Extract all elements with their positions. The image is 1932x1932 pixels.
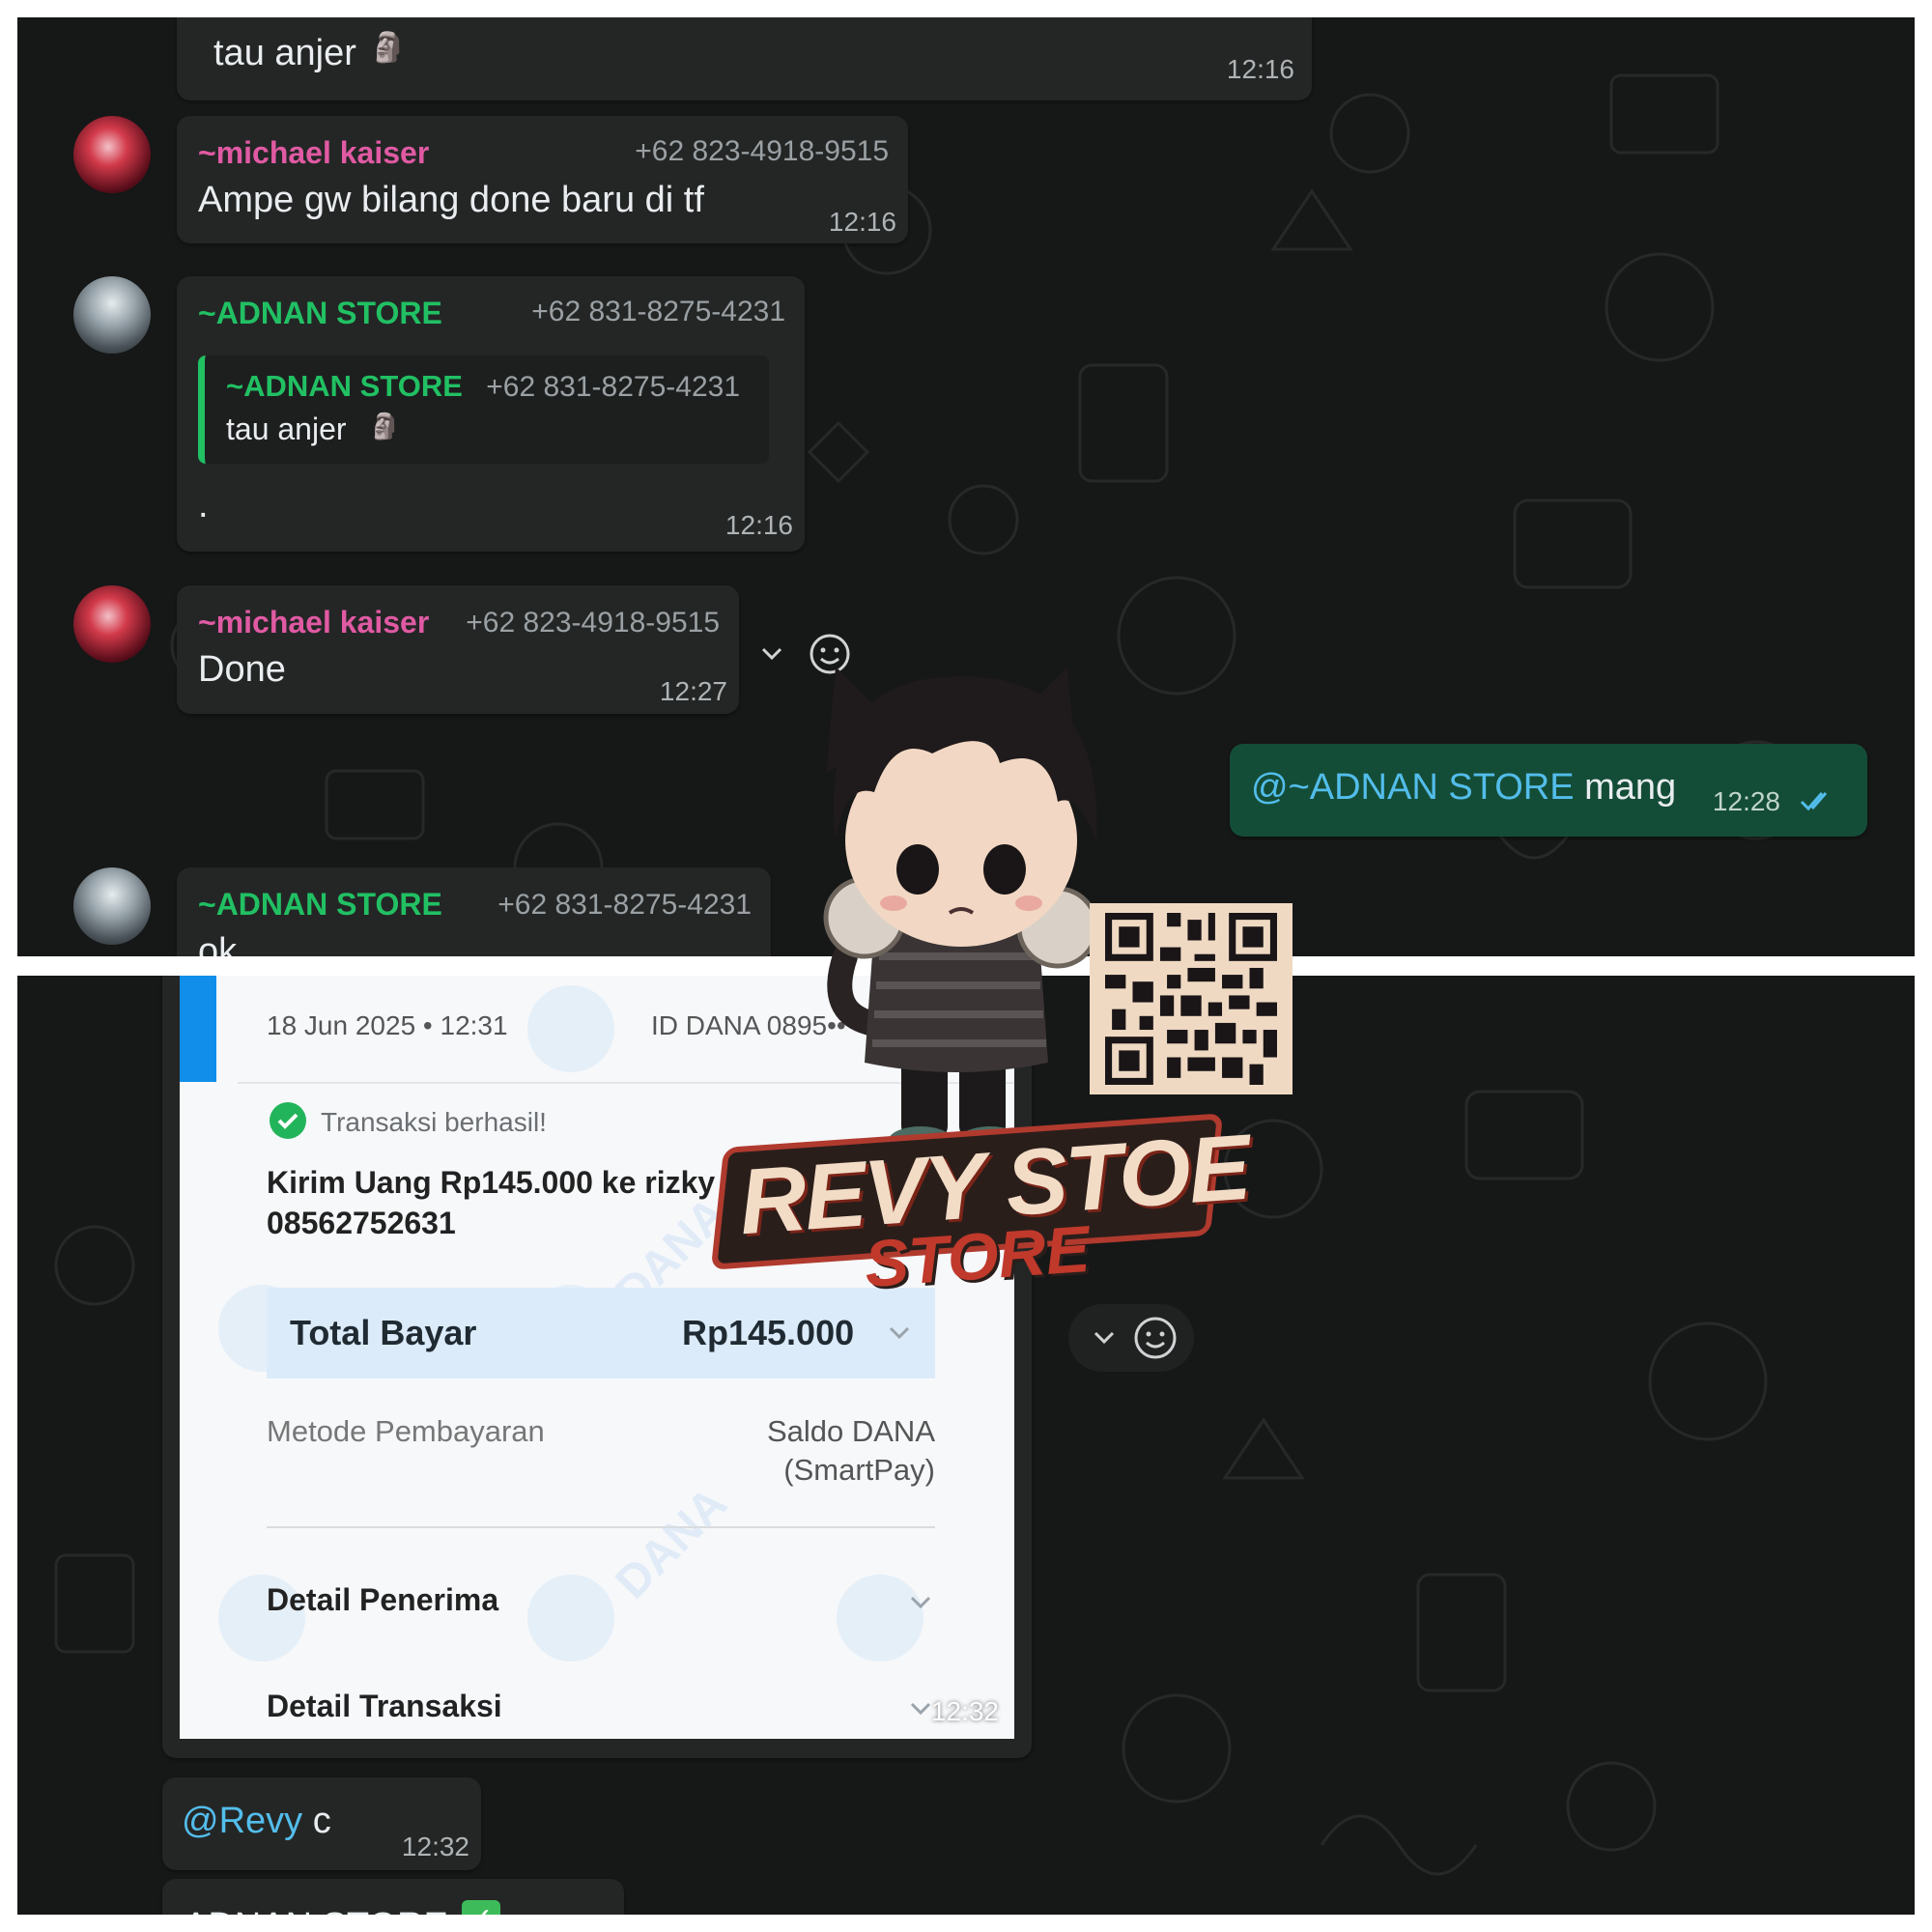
- message-bubble-outgoing[interactable]: @~ADNAN STORE mang 12:28: [1230, 744, 1867, 837]
- message-bubble[interactable]: ADNAN STORE ✓: [162, 1879, 624, 1915]
- sender-phone: +62 831-8275-4231: [497, 889, 752, 921]
- mention-link[interactable]: @Revy: [182, 1801, 302, 1841]
- message-bubble[interactable]: ~ADNAN STORE +62 831-8275-4231 ~ADNAN ST…: [177, 276, 805, 552]
- receipt-phone: 08562752631: [267, 1206, 456, 1240]
- message-time: 12:27: [659, 676, 727, 706]
- payment-method-label: Metode Pembayaran: [267, 1414, 545, 1448]
- message-actions[interactable]: [1068, 1304, 1194, 1372]
- detail-penerima-row[interactable]: Detail Penerima: [267, 1575, 935, 1633]
- total-label: Total Bayar: [290, 1313, 477, 1352]
- sender-name[interactable]: ~michael kaiser: [198, 605, 429, 640]
- avatar[interactable]: [73, 585, 151, 663]
- message-text: @~ADNAN STORE mang: [1251, 767, 1677, 808]
- sender-phone: +62 831-8275-4231: [531, 296, 785, 327]
- message-bubble[interactable]: tau anjer 🗿 12:16: [177, 17, 1312, 100]
- message-text: @Revy c: [182, 1801, 331, 1841]
- logo-line2: STORE: [862, 1211, 1093, 1302]
- emoji-react-icon[interactable]: [1132, 1315, 1179, 1361]
- message-text: ok: [198, 931, 238, 956]
- receipt-divider: [267, 1526, 935, 1528]
- message-text: Ampe gw bilang done baru di tf: [198, 180, 704, 220]
- message-text: tau anjer: [213, 33, 356, 73]
- chevron-down-icon[interactable]: [906, 1588, 935, 1617]
- receipt-status: Transaksi berhasil!: [321, 1107, 547, 1137]
- sender-name[interactable]: ~michael kaiser: [198, 135, 429, 171]
- sender-phone: +62 823-4918-9515: [466, 607, 720, 639]
- detail-penerima-label: Detail Penerima: [267, 1582, 499, 1617]
- avatar[interactable]: [73, 276, 151, 354]
- quoted-text: tau anjer: [226, 412, 347, 446]
- payment-method-value: Saldo DANA: [766, 1414, 935, 1448]
- message-text: Done: [198, 649, 286, 690]
- payment-method-value-sub: (SmartPay): [783, 1453, 935, 1487]
- mention-link[interactable]: @~ADNAN STORE: [1251, 767, 1575, 808]
- avatar[interactable]: [73, 867, 151, 945]
- message-bubble[interactable]: ~michael kaiser +62 823-4918-9515 Ampe g…: [177, 116, 908, 243]
- message-time: 12:16: [724, 510, 793, 540]
- success-check-icon: [270, 1102, 306, 1139]
- qr-code: [1090, 903, 1293, 1094]
- check-emoji-icon: ✓: [462, 1900, 500, 1915]
- message-text: ADNAN STORE: [184, 1906, 448, 1915]
- emoji-icon: 🗿: [370, 32, 407, 64]
- emoji-icon: 🗿: [369, 412, 401, 440]
- message-time: 12:28: [1712, 786, 1780, 816]
- total-value: Rp145.000: [682, 1313, 855, 1352]
- cat-boy-mascot-sticker: [823, 667, 1099, 1157]
- avatar[interactable]: [73, 116, 151, 193]
- quoted-message[interactable]: ~ADNAN STORE +62 831-8275-4231 tau anjer…: [198, 355, 769, 464]
- message-time: 12:32: [401, 1832, 469, 1861]
- quoted-sender: ~ADNAN STORE: [226, 369, 463, 403]
- message-time: 12:16: [828, 207, 896, 237]
- qr-code-icon: [1105, 913, 1277, 1085]
- detail-transaksi-label: Detail Transaksi: [267, 1689, 502, 1723]
- detail-transaksi-row[interactable]: Detail Transaksi: [267, 1681, 935, 1739]
- message-time: 12:16: [1226, 54, 1294, 84]
- sender-phone: +62 823-4918-9515: [635, 135, 889, 167]
- double-check-icon: [1800, 792, 1828, 811]
- message-text: .: [198, 485, 209, 526]
- image-time: 12:32: [930, 1696, 999, 1726]
- sender-name[interactable]: ~ADNAN STORE: [198, 296, 442, 331]
- quoted-phone: +62 831-8275-4231: [486, 371, 740, 403]
- message-bubble[interactable]: ~michael kaiser +62 823-4918-9515 Done 1…: [177, 585, 739, 714]
- chevron-down-icon[interactable]: [1090, 1323, 1119, 1352]
- store-logo: REVY STOE STORE: [710, 1111, 1252, 1304]
- chevron-down-icon[interactable]: [885, 1319, 914, 1348]
- receipt-description: Kirim Uang Rp145.000 ke rizky: [267, 1165, 716, 1200]
- receipt-date: 18 Jun 2025 • 12:31: [267, 1010, 508, 1040]
- sender-name[interactable]: ~ADNAN STORE: [198, 887, 442, 923]
- message-bubble[interactable]: @Revy c 12:32: [162, 1777, 481, 1870]
- message-bubble[interactable]: ~ADNAN STORE +62 831-8275-4231 ok: [177, 867, 771, 956]
